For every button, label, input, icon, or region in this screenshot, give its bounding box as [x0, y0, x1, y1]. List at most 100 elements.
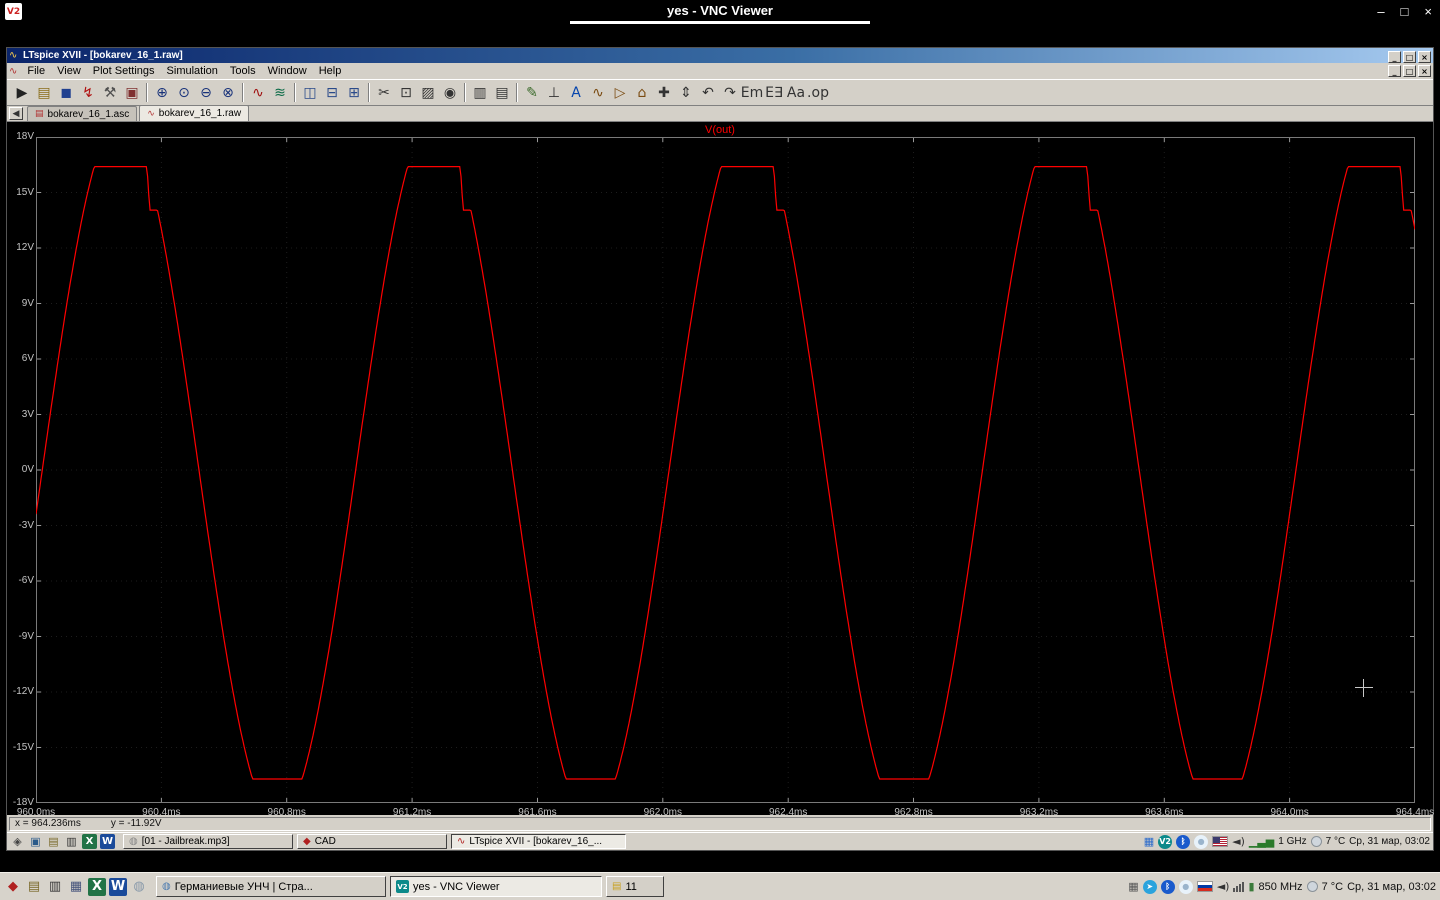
vnc-server-icon[interactable]: V2: [1158, 834, 1173, 849]
menu-tools[interactable]: Tools: [224, 65, 262, 77]
spice-directive-icon[interactable]: .op: [807, 82, 829, 103]
resistor-icon[interactable]: ∿: [587, 82, 609, 103]
display-settings-icon[interactable]: ▦: [67, 878, 85, 896]
schematic-tab-icon: ▤: [35, 109, 44, 119]
terminal-icon[interactable]: ▥: [46, 878, 64, 896]
autorange-icon[interactable]: ∿: [247, 82, 269, 103]
print-icon[interactable]: ▤: [491, 82, 513, 103]
battery-icon[interactable]: ▮: [1248, 880, 1254, 893]
waveform-plot-pane[interactable]: V(out) 18V 15V 12V 9V 6V 3V 0V -3V -6V -9V -12V -15…: [7, 122, 1434, 818]
remote-taskbar-clock[interactable]: Ср, 31 мар, 03:02: [1349, 836, 1430, 847]
menu-simulation[interactable]: Simulation: [161, 65, 224, 77]
find-icon[interactable]: ◉: [439, 82, 461, 103]
mdi-close-button[interactable]: ×: [1418, 65, 1431, 77]
task-browser-page[interactable]: ◍ Германиевые УНЧ | Стра...: [156, 876, 386, 897]
zoom-area-icon[interactable]: ⊙: [173, 82, 195, 103]
keyboard-layout-us-icon[interactable]: [1212, 836, 1229, 847]
label-icon[interactable]: A: [565, 82, 587, 103]
menu-plot-settings[interactable]: Plot Settings: [87, 65, 161, 77]
launcher-icon[interactable]: ◆: [4, 878, 22, 896]
move-icon[interactable]: ✚: [653, 82, 675, 103]
mdi-minimize-button[interactable]: _: [1388, 65, 1401, 77]
window-minimize-button[interactable]: _: [1388, 51, 1401, 63]
run-icon[interactable]: ▶: [11, 82, 33, 103]
network-monitor-icon[interactable]: ▦: [1144, 835, 1154, 848]
task-ltspice[interactable]: ∿ LTspice XVII - [bokarev_16_...: [451, 834, 626, 849]
trace-label-vout[interactable]: V(out): [705, 124, 735, 136]
signal-bars-icon[interactable]: [1233, 881, 1245, 892]
keyboard-layout-ru-icon[interactable]: [1196, 881, 1213, 892]
writer-icon[interactable]: W: [100, 834, 115, 849]
probe-icon[interactable]: ↯: [77, 82, 99, 103]
component-icon[interactable]: ⌂: [631, 82, 653, 103]
volume-icon[interactable]: ◄): [1232, 835, 1245, 848]
mirror-icon[interactable]: Em: [741, 82, 763, 103]
menu-window[interactable]: Window: [262, 65, 313, 77]
tile-vertical-icon[interactable]: ◫: [299, 82, 321, 103]
vnc-titlebar[interactable]: V2 yes - VNC Viewer – □ ×: [0, 0, 1440, 24]
rotate-icon[interactable]: E∃: [763, 82, 785, 103]
control-panel-icon[interactable]: ⚒: [99, 82, 121, 103]
save-icon[interactable]: ◼: [55, 82, 77, 103]
task-label: Германиевые УНЧ | Стра...: [174, 880, 313, 893]
drag-icon[interactable]: ⇕: [675, 82, 697, 103]
task-vnc-viewer[interactable]: V2 yes - VNC Viewer: [390, 876, 602, 897]
calc-icon[interactable]: X: [88, 877, 106, 896]
ground-icon[interactable]: ⊥: [543, 82, 565, 103]
volume-icon[interactable]: ◄): [1217, 880, 1230, 893]
task-mp3-player[interactable]: ◍ [01 - Jailbreak.mp3]: [123, 834, 293, 849]
tab-bokarev-asc[interactable]: ▤ bokarev_16_1.asc: [27, 106, 138, 121]
window-close-button[interactable]: ×: [1418, 51, 1431, 63]
zoom-full-extents-icon[interactable]: ⊗: [217, 82, 239, 103]
text-icon[interactable]: Aa: [785, 82, 807, 103]
wire-icon[interactable]: ✎: [521, 82, 543, 103]
remote-taskbar-launchers: ◈ ▣ ▤ ▥ X W: [10, 834, 115, 849]
tab-bokarev-raw[interactable]: ∿ bokarev_16_1.raw: [139, 105, 250, 121]
zoom-in-icon[interactable]: ⊕: [151, 82, 173, 103]
files-icon[interactable]: ▤: [25, 878, 43, 896]
open-icon[interactable]: ▤: [33, 82, 55, 103]
humidity-icon[interactable]: ●: [1178, 879, 1193, 894]
telegram-icon[interactable]: ➤: [1142, 879, 1157, 894]
vnc-close-button[interactable]: ×: [1424, 3, 1432, 20]
writer-icon[interactable]: W: [109, 877, 127, 896]
bluetooth-icon[interactable]: ᛒ: [1160, 879, 1175, 894]
copy-icon[interactable]: ⊡: [395, 82, 417, 103]
spectrum-icon[interactable]: ≋: [269, 82, 291, 103]
ltspice-titlebar[interactable]: ∿ LTspice XVII - [bokarev_16_1.raw] _ □ ×: [7, 48, 1433, 63]
bluetooth-icon[interactable]: ᛒ: [1176, 834, 1191, 849]
cut-icon[interactable]: ✂: [373, 82, 395, 103]
calc-icon[interactable]: X: [82, 834, 97, 849]
zoom-out-icon[interactable]: ⊖: [195, 82, 217, 103]
task-folder-11[interactable]: ▤ 11: [606, 876, 664, 897]
tile-horizontal-icon[interactable]: ⊟: [321, 82, 343, 103]
waveform-plot[interactable]: [36, 137, 1415, 803]
cascade-icon[interactable]: ⊞: [343, 82, 365, 103]
menu-view[interactable]: View: [51, 65, 87, 77]
menu-help[interactable]: Help: [313, 65, 348, 77]
host-taskbar-clock[interactable]: Ср, 31 мар, 03:02: [1347, 881, 1436, 893]
cpu-graph-icon[interactable]: ▁▃▅: [1249, 835, 1274, 848]
redo-icon[interactable]: ↷: [719, 82, 741, 103]
vnc-minimize-button[interactable]: –: [1377, 3, 1384, 20]
humidity-icon[interactable]: ●: [1194, 834, 1209, 849]
display-icon[interactable]: ▦: [1128, 880, 1138, 893]
browser-icon[interactable]: ◍: [130, 878, 148, 896]
file-manager-icon[interactable]: ▤: [46, 834, 61, 849]
y-axis-label: -9V: [18, 630, 34, 642]
paste-icon[interactable]: ▨: [417, 82, 439, 103]
start-menu-icon[interactable]: ◈: [10, 834, 25, 849]
tab-scroll-left-button[interactable]: ◀: [9, 107, 23, 120]
diode-icon[interactable]: ▷: [609, 82, 631, 103]
window-restore-button[interactable]: □: [1403, 51, 1416, 63]
vnc-maximize-button[interactable]: □: [1401, 3, 1409, 20]
halt-icon[interactable]: ▣: [121, 82, 143, 103]
task-cad[interactable]: ◆ CAD: [297, 834, 447, 849]
undo-icon[interactable]: ↶: [697, 82, 719, 103]
mdi-restore-button[interactable]: □: [1403, 65, 1416, 77]
print-preview-icon[interactable]: ▥: [469, 82, 491, 103]
show-desktop-icon[interactable]: ▣: [28, 834, 43, 849]
host-taskbar-tray: ▦ ➤ ᛒ ● ◄) ▮ 850 MHz 7 °C Ср, 31 мар, 03:02: [1128, 879, 1436, 894]
menu-file[interactable]: File: [21, 65, 51, 77]
terminal-icon[interactable]: ▥: [64, 834, 79, 849]
